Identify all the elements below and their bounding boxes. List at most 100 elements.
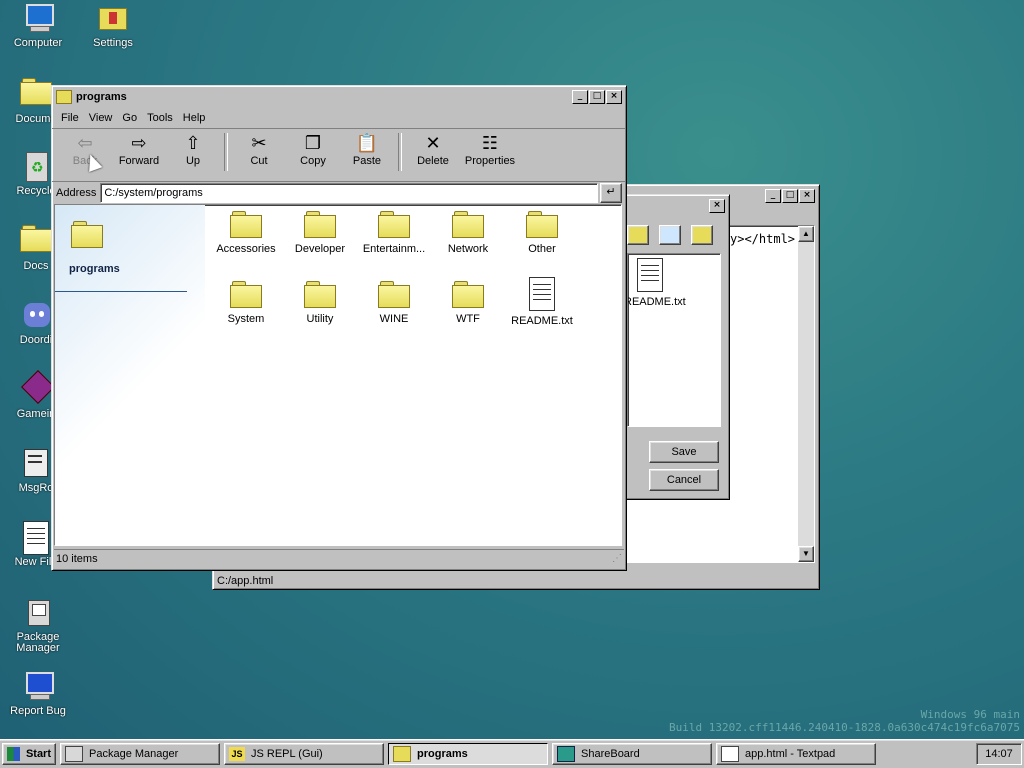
clock: 14:07 [976,743,1022,765]
desktop-icon-settings[interactable]: Settings [75,2,151,49]
game-icon [20,370,55,405]
task-textpad[interactable]: app.html - Textpad [716,743,876,765]
arrow-right-icon: ⇨ [131,133,147,154]
folder-utility[interactable]: Utility [283,281,357,325]
copy-icon: ❐ [304,133,322,154]
maximize-icon[interactable]: □ [782,189,798,203]
task-programs[interactable]: programs [388,743,548,765]
up-button[interactable]: ⇧ Up [166,133,220,167]
up-folder-icon[interactable] [627,225,649,245]
folder-icon [230,211,262,238]
folder-system[interactable]: System [209,281,283,325]
save-dialog[interactable]: × README.txt Save Cancel [610,194,730,500]
close-icon[interactable]: × [799,189,815,203]
start-button[interactable]: Start [2,743,56,765]
folder-network[interactable]: Network [431,211,505,255]
folder-other[interactable]: Other [505,211,579,255]
explorer-window[interactable]: programs _ □ × File View Go Tools Help ⇦… [51,85,627,571]
toolbar-separator [398,133,402,171]
toolbar-separator [224,133,228,171]
close-icon[interactable]: × [606,90,622,104]
scroll-down-icon[interactable]: ▼ [798,546,814,562]
paste-icon: 📋 [355,133,379,154]
folder-icon [304,281,336,308]
explorer-titlebar[interactable]: programs _ □ × [54,88,624,106]
properties-button[interactable]: ☷ Properties [460,133,520,167]
minimize-icon[interactable]: _ [765,189,781,203]
view-icon[interactable] [691,225,713,245]
folder-icon [230,281,262,308]
delete-button[interactable]: ✕ Delete [406,133,460,167]
new-folder-icon[interactable] [659,225,681,245]
settings-icon [97,2,129,34]
report-bug-icon [22,670,54,702]
desktop-icon-package-manager[interactable]: Package Manager [0,596,76,654]
vertical-scrollbar[interactable]: ▲ ▼ [798,226,814,562]
dialog-toolbar [627,225,713,245]
textpad-statusbar: C:/app.html [217,575,273,587]
task-js-repl[interactable]: JS JS REPL (Gui) [224,743,384,765]
computer-icon [22,2,54,34]
folder-icon [452,281,484,308]
properties-icon: ☷ [481,133,499,154]
maximize-icon[interactable]: □ [589,90,605,104]
file-item[interactable]: README.txt [628,258,686,308]
cut-button[interactable]: ✂ Cut [232,133,286,167]
toolbar: ⇦ Back ⇨ Forward ⇧ Up ✂ Cut ❐ Copy 📋 Paste ✕ De… [52,129,626,182]
explorer-statusbar: 10 items ⋰ [54,549,624,568]
dialog-file-list[interactable]: README.txt [627,253,721,427]
up-folder-icon: ⇧ [185,133,201,154]
paste-button[interactable]: 📋 Paste [340,133,394,167]
minimize-icon[interactable]: _ [572,90,588,104]
menu-view[interactable]: View [84,112,118,124]
new-file-icon [20,521,52,555]
folder-icon [526,211,558,238]
side-panel: programs [55,205,205,545]
folder-icon [56,90,72,104]
file-readme[interactable]: README.txt [505,277,579,327]
cancel-button[interactable]: Cancel [649,469,719,491]
explorer-content[interactable]: programs Accessories Developer Entertain… [54,204,622,546]
folder-entertainment[interactable]: Entertainm... [357,211,431,255]
status-path: C:/app.html [217,575,274,587]
menu-go[interactable]: Go [117,112,142,124]
folder-accessories[interactable]: Accessories [209,211,283,255]
taskbar: Start Package Manager JS JS REPL (Gui) p… [0,739,1024,768]
copy-button[interactable]: ❐ Copy [286,133,340,167]
arrow-left-icon: ⇦ [77,133,93,154]
code-text: y></html> [730,232,796,246]
folder-developer[interactable]: Developer [283,211,357,255]
scissors-icon: ✂ [251,133,267,154]
folder-icon [20,78,52,110]
folder-icon [20,225,52,257]
menu-help[interactable]: Help [178,112,211,124]
task-shareboard[interactable]: ShareBoard [552,743,712,765]
discord-icon [20,299,52,331]
save-button[interactable]: Save [649,441,719,463]
text-file-icon [637,258,663,292]
desktop-icon-computer[interactable]: Computer [0,2,76,49]
close-icon[interactable]: × [709,199,725,213]
desktop-icon-report-bug[interactable]: Report Bug [0,670,76,717]
msgroom-icon [20,447,52,479]
menu-tools[interactable]: Tools [142,112,178,124]
folder-icon [71,221,103,248]
menubar: File View Go Tools Help [52,108,626,129]
resize-grip-icon[interactable]: ⋰ [612,550,622,568]
textpad-icon [721,746,739,762]
window-title: programs [76,91,127,103]
task-package-manager[interactable]: Package Manager [60,743,220,765]
menu-file[interactable]: File [56,112,84,124]
go-icon[interactable]: ↵ [600,183,622,203]
folder-wine[interactable]: WINE [357,281,431,325]
side-divider [55,291,187,292]
start-icon [7,747,20,761]
folder-icon [378,281,410,308]
scroll-up-icon[interactable]: ▲ [798,226,814,242]
forward-button[interactable]: ⇨ Forward [112,133,166,167]
folder-icon [304,211,336,238]
address-input[interactable]: C:/system/programs [100,183,598,203]
folder-icon [452,211,484,238]
folder-wtf[interactable]: WTF [431,281,505,325]
text-file-icon [529,277,555,311]
